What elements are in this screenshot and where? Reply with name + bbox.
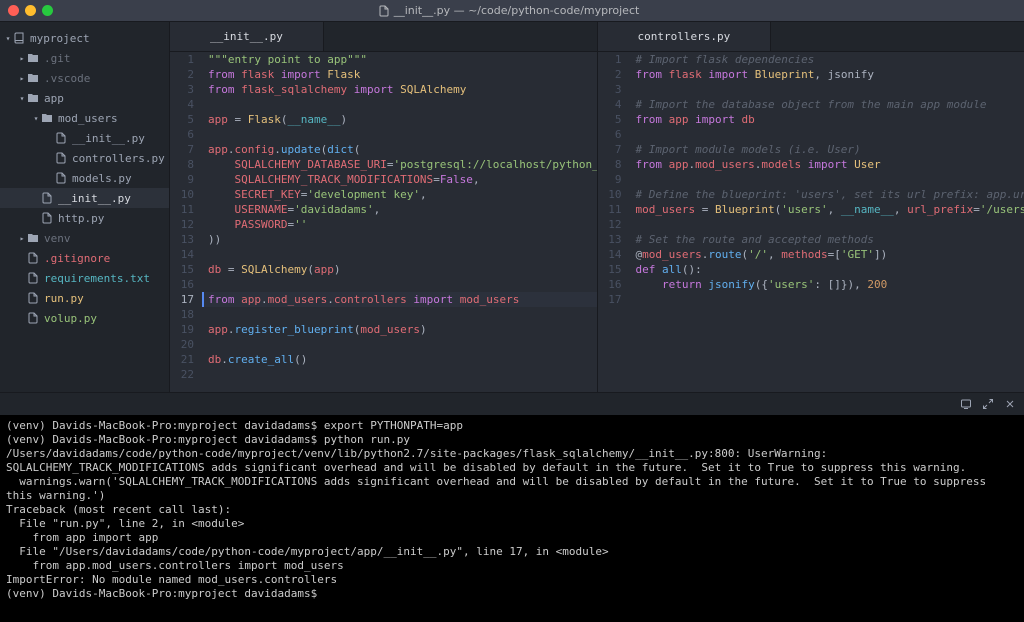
minimize-window-button[interactable] — [25, 5, 36, 16]
tree-folder[interactable]: ▸ .vscode — [0, 68, 169, 88]
tree-folder[interactable]: ▾ mod_users — [0, 108, 169, 128]
traffic-lights — [0, 5, 53, 16]
line-gutter-right: 1234567891011121314151617 — [598, 52, 630, 392]
tree-label: volup.py — [44, 312, 97, 325]
tree-file[interactable]: controllers.py — [0, 148, 169, 168]
window-titlebar: __init__.py — ~/code/python-code/myproje… — [0, 0, 1024, 22]
tree-folder[interactable]: ▸ venv — [0, 228, 169, 248]
tree-file[interactable]: volup.py — [0, 308, 169, 328]
file-icon — [26, 271, 40, 285]
tab-controllers[interactable]: controllers.py — [598, 22, 772, 51]
code-left[interactable]: """entry point to app"""from flask impor… — [202, 52, 597, 392]
tree-label: venv — [44, 232, 71, 245]
file-icon — [40, 191, 54, 205]
tab-bar-left: __init__.py — [170, 22, 597, 52]
folder-icon — [26, 231, 40, 245]
line-gutter-left: 12345678910111213141516171819202122 — [170, 52, 202, 392]
tree-label: models.py — [72, 172, 132, 185]
tree-file[interactable]: __init__.py — [0, 128, 169, 148]
tree-file[interactable]: requirements.txt — [0, 268, 169, 288]
file-icon — [26, 311, 40, 325]
tree-label: __init__.py — [58, 192, 131, 205]
chevron-right-icon: ▸ — [18, 234, 26, 243]
code-right[interactable]: # Import flask dependenciesfrom flask im… — [630, 52, 1024, 392]
chevron-right-icon: ▸ — [18, 54, 26, 63]
tree-label: .vscode — [44, 72, 90, 85]
tab-init[interactable]: __init__.py — [170, 22, 324, 51]
file-icon — [54, 171, 68, 185]
folder-icon — [26, 51, 40, 65]
new-terminal-icon[interactable] — [958, 396, 974, 412]
tree-folder[interactable]: ▸ .git — [0, 48, 169, 68]
tree-file[interactable]: run.py — [0, 288, 169, 308]
tree-file[interactable]: __init__.py — [0, 188, 169, 208]
window-title: __init__.py — ~/code/python-code/myproje… — [53, 4, 964, 17]
file-explorer[interactable]: ▾ myproject ▸ .git ▸ .vscode ▾ app ▾ mod_users _… — [0, 22, 170, 392]
file-icon — [40, 211, 54, 225]
editor-pane-right: controllers.py 1234567891011121314151617… — [598, 22, 1024, 392]
project-root[interactable]: ▾ myproject — [0, 28, 169, 48]
maximize-terminal-icon[interactable] — [980, 396, 996, 412]
tree-label: requirements.txt — [44, 272, 150, 285]
tree-label: run.py — [44, 292, 84, 305]
tree-file[interactable]: models.py — [0, 168, 169, 188]
terminal-toolbar — [0, 393, 1024, 415]
chevron-down-icon: ▾ — [32, 114, 40, 123]
tab-bar-right: controllers.py — [598, 22, 1024, 52]
file-icon — [26, 291, 40, 305]
tree-file[interactable]: http.py — [0, 208, 169, 228]
file-icon — [54, 151, 68, 165]
tree-label: .git — [44, 52, 71, 65]
folder-icon — [26, 91, 40, 105]
folder-icon — [40, 111, 54, 125]
project-name: myproject — [30, 32, 90, 45]
tree-folder[interactable]: ▾ app — [0, 88, 169, 108]
code-area-right[interactable]: 1234567891011121314151617 # Import flask… — [598, 52, 1024, 392]
main-area: ▾ myproject ▸ .git ▸ .vscode ▾ app ▾ mod_users _… — [0, 22, 1024, 392]
chevron-down-icon: ▾ — [4, 34, 12, 43]
code-area-left[interactable]: 12345678910111213141516171819202122 """e… — [170, 52, 597, 392]
close-terminal-icon[interactable] — [1002, 396, 1018, 412]
tree-label: controllers.py — [72, 152, 165, 165]
editor-pane-left: __init__.py 1234567891011121314151617181… — [170, 22, 598, 392]
document-icon — [378, 5, 390, 17]
close-window-button[interactable] — [8, 5, 19, 16]
book-icon — [12, 31, 26, 45]
tree-label: __init__.py — [72, 132, 145, 145]
maximize-window-button[interactable] — [42, 5, 53, 16]
tree-file[interactable]: .gitignore — [0, 248, 169, 268]
tree-label: app — [44, 92, 64, 105]
file-icon — [26, 251, 40, 265]
tree-label: .gitignore — [44, 252, 110, 265]
tree-label: mod_users — [58, 112, 118, 125]
tree-label: http.py — [58, 212, 104, 225]
folder-icon — [26, 71, 40, 85]
chevron-right-icon: ▸ — [18, 74, 26, 83]
terminal-output[interactable]: (venv) Davids-MacBook-Pro:myproject davi… — [0, 415, 1024, 622]
file-icon — [54, 131, 68, 145]
chevron-down-icon: ▾ — [18, 94, 26, 103]
editors-container: __init__.py 1234567891011121314151617181… — [170, 22, 1024, 392]
terminal-panel: (venv) Davids-MacBook-Pro:myproject davi… — [0, 392, 1024, 622]
